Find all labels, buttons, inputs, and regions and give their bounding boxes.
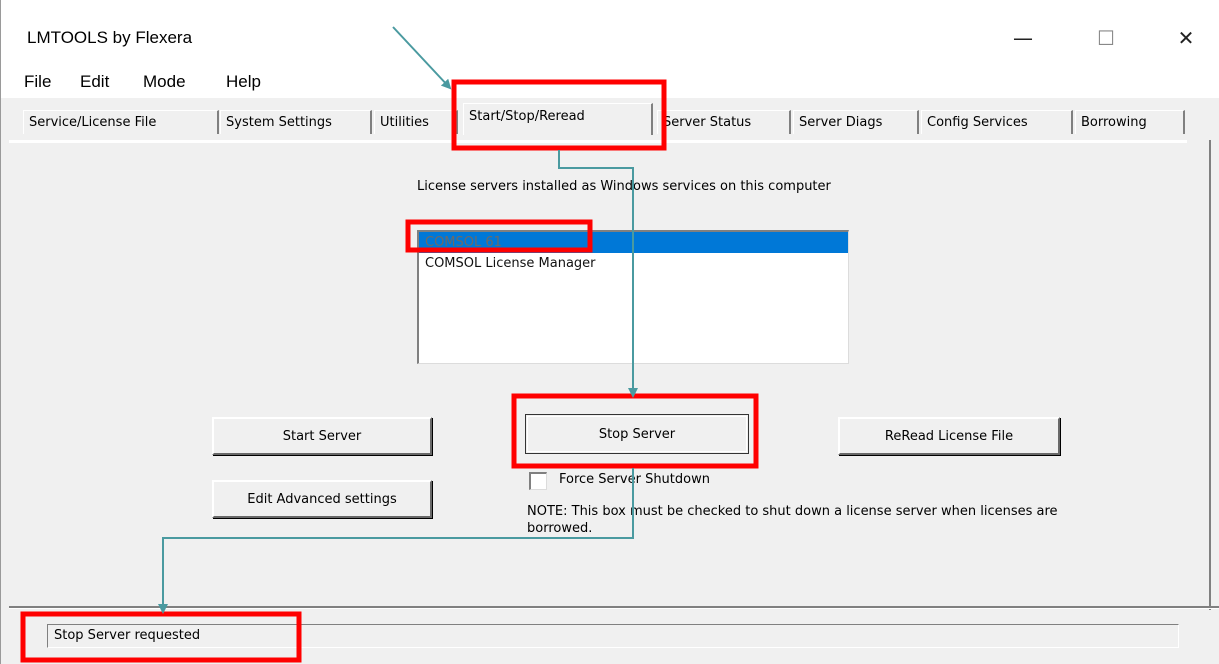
close-icon[interactable]: ✕	[1161, 20, 1211, 56]
maximize-icon[interactable]: ☐	[1081, 20, 1131, 56]
force-shutdown-label[interactable]: Force Server Shutdown	[559, 472, 710, 487]
status-separator	[9, 606, 1219, 609]
reread-license-file-button[interactable]: ReRead License File	[838, 417, 1060, 455]
edit-advanced-settings-button[interactable]: Edit Advanced settings	[212, 480, 432, 518]
minimize-icon[interactable]: —	[998, 20, 1048, 56]
tab-server-status[interactable]: Server Status	[657, 110, 791, 134]
tab-server-diags[interactable]: Server Diags	[793, 110, 919, 134]
tab-strip: Service/License File System Settings Uti…	[1, 98, 1219, 146]
tab-service-license-file[interactable]: Service/License File	[23, 110, 219, 134]
status-field: Stop Server requested	[47, 624, 1179, 648]
stop-server-button[interactable]: Stop Server	[525, 414, 749, 454]
start-server-button[interactable]: Start Server	[212, 417, 432, 455]
menu-edit[interactable]: Edit	[80, 72, 109, 92]
tab-panel-right-edge	[1209, 140, 1211, 610]
tab-borrowing[interactable]: Borrowing	[1075, 110, 1185, 134]
title-bar: LMTOOLS by Flexera — ☐ ✕	[1, 0, 1219, 68]
menu-help[interactable]: Help	[226, 72, 261, 92]
window-title: LMTOOLS by Flexera	[27, 28, 193, 47]
services-listbox[interactable]: COMSOL 61 COMSOL License Manager	[417, 230, 849, 364]
menu-file[interactable]: File	[24, 72, 51, 92]
tab-system-settings[interactable]: System Settings	[220, 110, 372, 134]
menu-mode[interactable]: Mode	[143, 72, 186, 92]
lmtools-window: LMTOOLS by Flexera — ☐ ✕ File Edit Mode …	[0, 0, 1219, 664]
tab-start-stop-reread[interactable]: Start/Stop/Reread	[463, 103, 653, 135]
services-label: License servers installed as Windows ser…	[417, 179, 831, 194]
force-shutdown-checkbox[interactable]	[529, 472, 547, 490]
tab-utilities[interactable]: Utilities	[374, 110, 458, 134]
service-item-comsol-61[interactable]: COMSOL 61	[419, 232, 848, 253]
tab-panel-border	[9, 140, 1187, 143]
menu-bar: File Edit Mode Help	[1, 68, 1219, 98]
borrowed-licenses-note: NOTE: This box must be checked to shut d…	[527, 504, 1058, 536]
tab-config-services[interactable]: Config Services	[921, 110, 1073, 134]
service-item-comsol-license-manager[interactable]: COMSOL License Manager	[419, 253, 848, 274]
